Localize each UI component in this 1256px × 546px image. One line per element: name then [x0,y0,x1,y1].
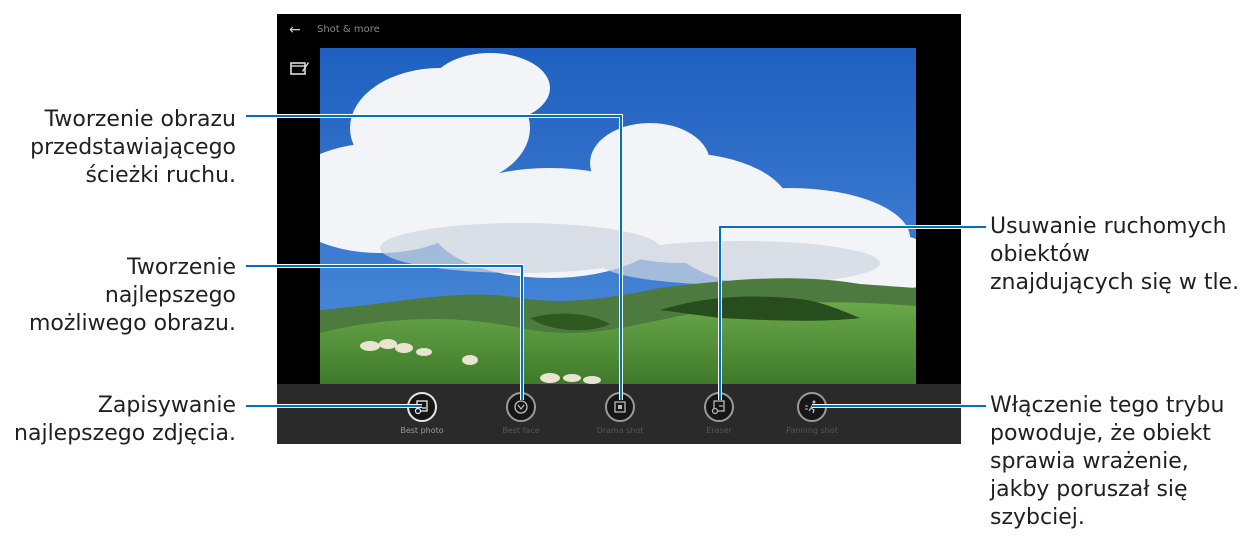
mode-drama-shot-label: Drama shot [596,426,644,435]
annotation-line: Tworzenie [127,255,236,280]
panning-shot-icon [805,400,817,414]
mode-panning-shot-label: Panning shot [786,426,838,435]
eraser-icon [711,400,725,415]
annotation-line: Tworzenie obrazu [44,107,236,132]
mode-drama-shot-button[interactable] [605,392,635,422]
best-face-icon [514,400,528,414]
annotation-line: szybciej. [990,505,1085,530]
annotation-line: powoduje, że obiekt [990,421,1211,446]
best-photo-icon [414,400,428,415]
annotation-line: ścieżki ruchu. [85,163,236,188]
top-bar: ← Shot & more [277,14,961,48]
annotation-best-face: Tworzenie najlepszego możliwego obrazu. [29,254,236,338]
mode-panning-shot-button[interactable] [797,392,827,422]
annotation-drama-shot: Tworzenie obrazu przedstawiającego ścież… [30,106,236,190]
annotation-line: Usuwanie ruchomych [990,214,1227,239]
annotation-line: najlepszego [104,283,236,308]
annotation-eraser: Usuwanie ruchomych obiektów znajdujących… [990,213,1239,297]
annotation-line: znajdujących się w tle. [990,270,1240,295]
annotation-line: Włączenie tego trybu [990,393,1225,418]
edit-photo-icon[interactable] [289,58,309,78]
annotation-line: przedstawiającego [30,135,236,160]
annotation-line: możliwego obrazu. [28,311,236,336]
mode-best-photo-button[interactable] [407,392,437,422]
app-title: Shot & more [317,24,380,35]
annotation-best-photo: Zapisywanie najlepszego zdjęcia. [14,392,236,448]
annotation-line: sprawia wrażenie, [990,449,1189,474]
annotation-line: obiektów [990,242,1090,267]
annotation-line: jakby poruszał się [990,477,1188,502]
mode-eraser-button[interactable] [704,392,734,422]
preview-photo [320,48,916,384]
annotation-line: najlepszego zdjęcia. [14,421,236,446]
annotation-panning-shot: Włączenie tego trybu powoduje, że obiekt… [990,392,1224,532]
mode-eraser-label: Eraser [706,426,732,435]
mode-best-photo-label: Best photo [400,426,444,435]
mode-best-face-button[interactable] [506,392,536,422]
drama-shot-icon [614,401,626,413]
annotation-line: Zapisywanie [97,393,236,418]
back-arrow-icon[interactable]: ← [289,22,301,38]
device-screen: ← Shot & more Best photo Best face Drama… [277,14,961,444]
mode-best-face-label: Best face [502,426,540,435]
shot-mode-bar: Best photo Best face Drama shot Eraser P… [277,384,961,444]
